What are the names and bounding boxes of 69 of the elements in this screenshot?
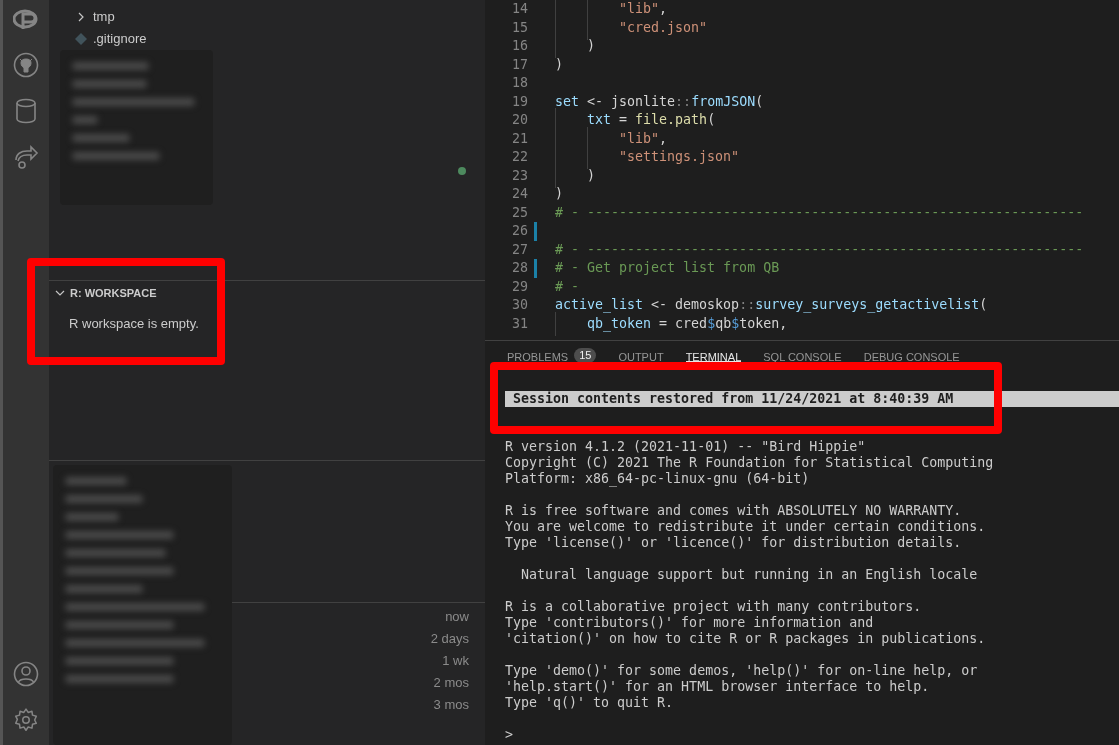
panel-tab[interactable]: OUTPUT — [618, 341, 664, 362]
line-number: 25 — [511, 203, 528, 222]
code-line: # - -------------------------------------------------------------- — [555, 240, 1084, 259]
timeline-time: now — [445, 608, 469, 626]
line-number: 26 — [511, 222, 528, 241]
panel-tab[interactable]: DEBUG CONSOLE — [863, 341, 960, 362]
code-line: "lib", — [555, 0, 668, 20]
code-line: active_list <- demoskop::survey_surveys_getactivelist( — [555, 296, 988, 315]
file-tree-item[interactable]: .gitignore — [49, 28, 485, 50]
terminal-line: Type 'demo()' for some demos, 'help()' for on-line help, or — [505, 663, 978, 679]
timeline-time: 2 mos — [433, 674, 469, 692]
line-number: 29 — [511, 277, 528, 296]
session-banner: Session contents restored from 11/24/2021 at 8:40:39 AM — [505, 391, 1119, 407]
code-line: qb_token = cred$qb$token, — [555, 313, 788, 334]
line-number: 23 — [511, 166, 528, 185]
terminal-prompt[interactable]: > — [505, 727, 513, 743]
line-number: 17 — [511, 55, 528, 74]
terminal-line: You are welcome to redistribute it under certain conditions. — [505, 519, 986, 535]
line-number: 27 — [511, 240, 528, 259]
account-icon[interactable] — [13, 661, 39, 687]
line-number: 14 — [511, 0, 528, 19]
line-number: 15 — [511, 18, 528, 37]
timeline-time: 3 mos — [433, 696, 469, 714]
empty-message: R workspace is empty. — [68, 315, 200, 333]
line-number: 20 — [511, 111, 528, 130]
code-line: ) — [555, 36, 596, 57]
terminal-line: Type 'q()' to quit R. — [505, 695, 674, 711]
terminal-line: Type 'contributors()' for more information and — [505, 615, 874, 631]
code-line: set <- jsonlite::fromJSON( — [555, 92, 764, 111]
logo-icon[interactable] — [13, 8, 39, 32]
code-line: "cred.json" — [555, 17, 708, 38]
timeline-time: 2 days — [430, 630, 469, 648]
section-header[interactable]: R: WORKSPACE — [49, 282, 485, 304]
file-tree-item[interactable]: tmp — [49, 6, 485, 28]
line-number: 19 — [511, 92, 528, 111]
live-share-icon[interactable] — [13, 144, 39, 170]
terminal-line: Copyright (C) 2021 The R Foundation for Statistical Computing — [505, 455, 994, 471]
line-number: 31 — [511, 314, 528, 333]
terminal-line: Natural language support but running in an English locale — [520, 567, 978, 583]
code-line: txt = file.path( — [555, 110, 716, 131]
code-line: ) — [555, 165, 596, 186]
code-line: "settings.json" — [555, 147, 740, 168]
terminal-line: Type 'license()' or 'licence()' for distribution details. — [505, 535, 962, 551]
terminal-line: Platform: x86_64-pc-linux-gnu (64-bit) — [505, 471, 810, 487]
code-line: ) — [555, 185, 563, 204]
panel-tab[interactable]: SQL CONSOLE — [763, 341, 842, 362]
line-number: 18 — [511, 74, 528, 93]
timeline-time: 1 wk — [442, 652, 469, 670]
code-line: # - Get project list from QB — [555, 259, 780, 278]
panel-tab[interactable]: TERMINAL — [685, 341, 742, 362]
line-number: 24 — [511, 185, 528, 204]
terminal-line: R is a collaborative project with many contributors. — [505, 599, 922, 615]
database-icon[interactable] — [15, 98, 37, 124]
line-number: 28 — [511, 259, 528, 278]
code-line: # - — [555, 277, 580, 296]
terminal-line: 'citation()' on how to cite R or R packages in publications. — [505, 631, 986, 647]
terminal-line: R version 4.1.2 (2021-11-01) -- "Bird Hippie" — [505, 439, 866, 455]
code-line: # - -------------------------------------------------------------- — [555, 203, 1084, 222]
diamond-icon — [75, 33, 87, 45]
code-line: ) — [555, 55, 563, 74]
terminal-line: R is free software and comes with ABSOLUTELY NO WARRANTY. — [505, 503, 962, 519]
line-number: 16 — [511, 37, 528, 56]
line-number: 21 — [511, 129, 528, 148]
settings-icon[interactable] — [13, 707, 39, 733]
line-number: 30 — [511, 296, 528, 315]
line-number: 22 — [511, 148, 528, 167]
terminal-line: 'help.start()' for an HTML browser interface to help. — [505, 679, 930, 695]
code-line: "lib", — [555, 128, 668, 149]
panel-tab[interactable]: PROBLEMS 15 — [507, 341, 597, 362]
